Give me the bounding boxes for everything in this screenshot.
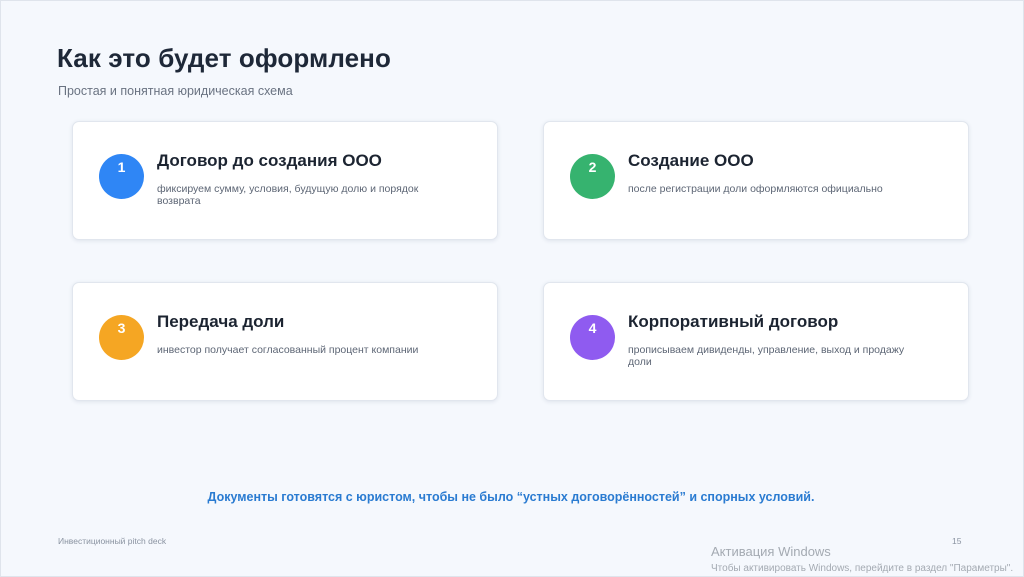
watermark-title: Активация Windows: [711, 544, 831, 559]
step-number-badge: 4: [570, 315, 615, 360]
step-title: Корпоративный договор: [628, 312, 839, 331]
slide: Как это будет оформлено Простая и понятн…: [0, 0, 1024, 577]
step-description: прописываем дивиденды, управление, выход…: [628, 344, 905, 368]
step-card-3: 3 Передача доли инвестор получает соглас…: [72, 282, 498, 401]
legal-note: Документы готовятся с юристом, чтобы не …: [207, 490, 815, 504]
step-title: Создание ООО: [628, 151, 754, 170]
step-title: Договор до создания ООО: [157, 151, 382, 170]
step-description: фиксируем сумму, условия, будущую долю и…: [157, 183, 419, 207]
page-subtitle: Простая и понятная юридическая схема: [58, 84, 293, 98]
step-description: после регистрации доли оформляются офици…: [628, 183, 883, 195]
step-card-2: 2 Создание ООО после регистрации доли оф…: [543, 121, 969, 240]
page-title: Как это будет оформлено: [57, 43, 391, 73]
windows-activation-watermark: Активация Windows Чтобы активировать Win…: [711, 544, 1013, 576]
step-number-badge: 2: [570, 154, 615, 199]
step-description: инвестор получает согласованный процент …: [157, 344, 419, 356]
step-card-1: 1 Договор до создания ООО фиксируем сумм…: [72, 121, 498, 240]
step-card-4: 4 Корпоративный договор прописываем диви…: [543, 282, 969, 401]
step-number-badge: 3: [99, 315, 144, 360]
footer-deck-name: Инвестиционный pitch deck: [58, 536, 167, 546]
watermark-subtitle: Чтобы активировать Windows, перейдите в …: [711, 563, 1014, 574]
step-title: Передача доли: [157, 312, 285, 331]
step-number-badge: 1: [99, 154, 144, 199]
